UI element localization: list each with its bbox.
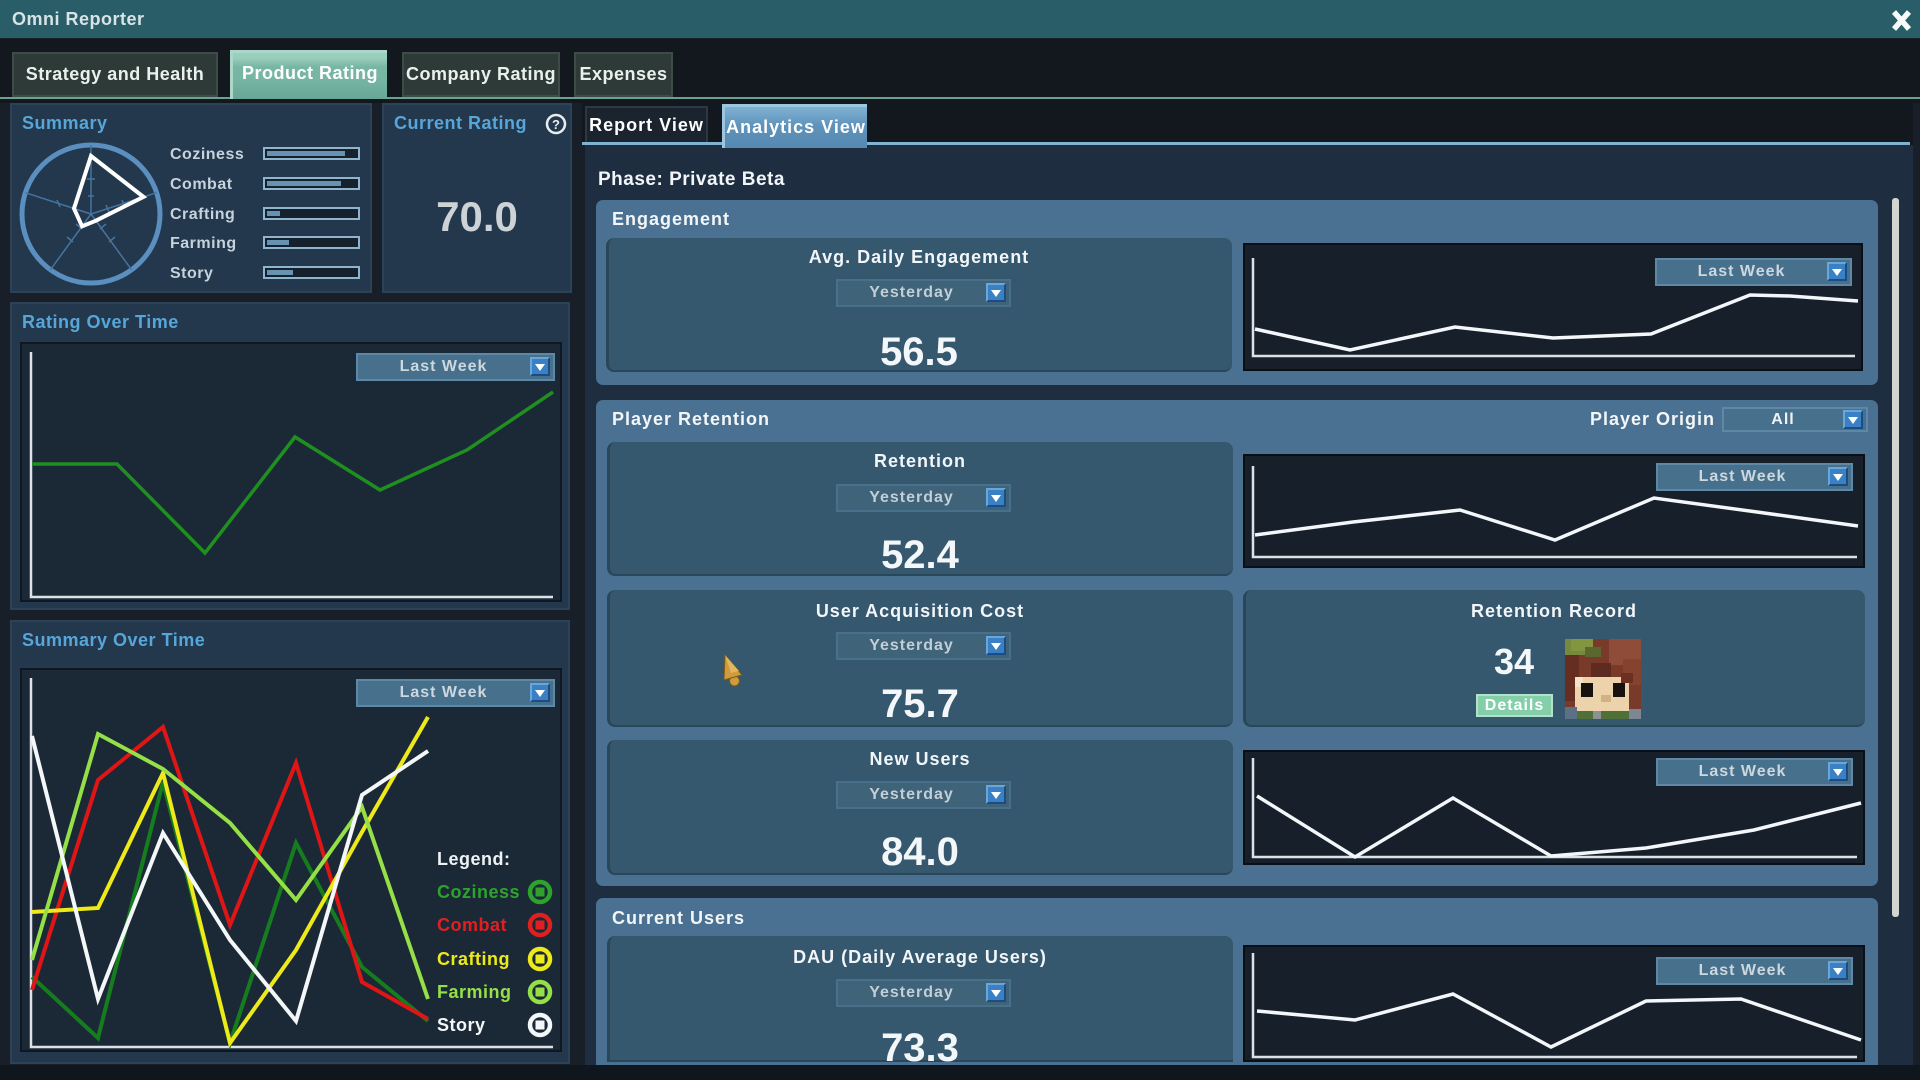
svg-text:?: ? xyxy=(552,117,560,132)
